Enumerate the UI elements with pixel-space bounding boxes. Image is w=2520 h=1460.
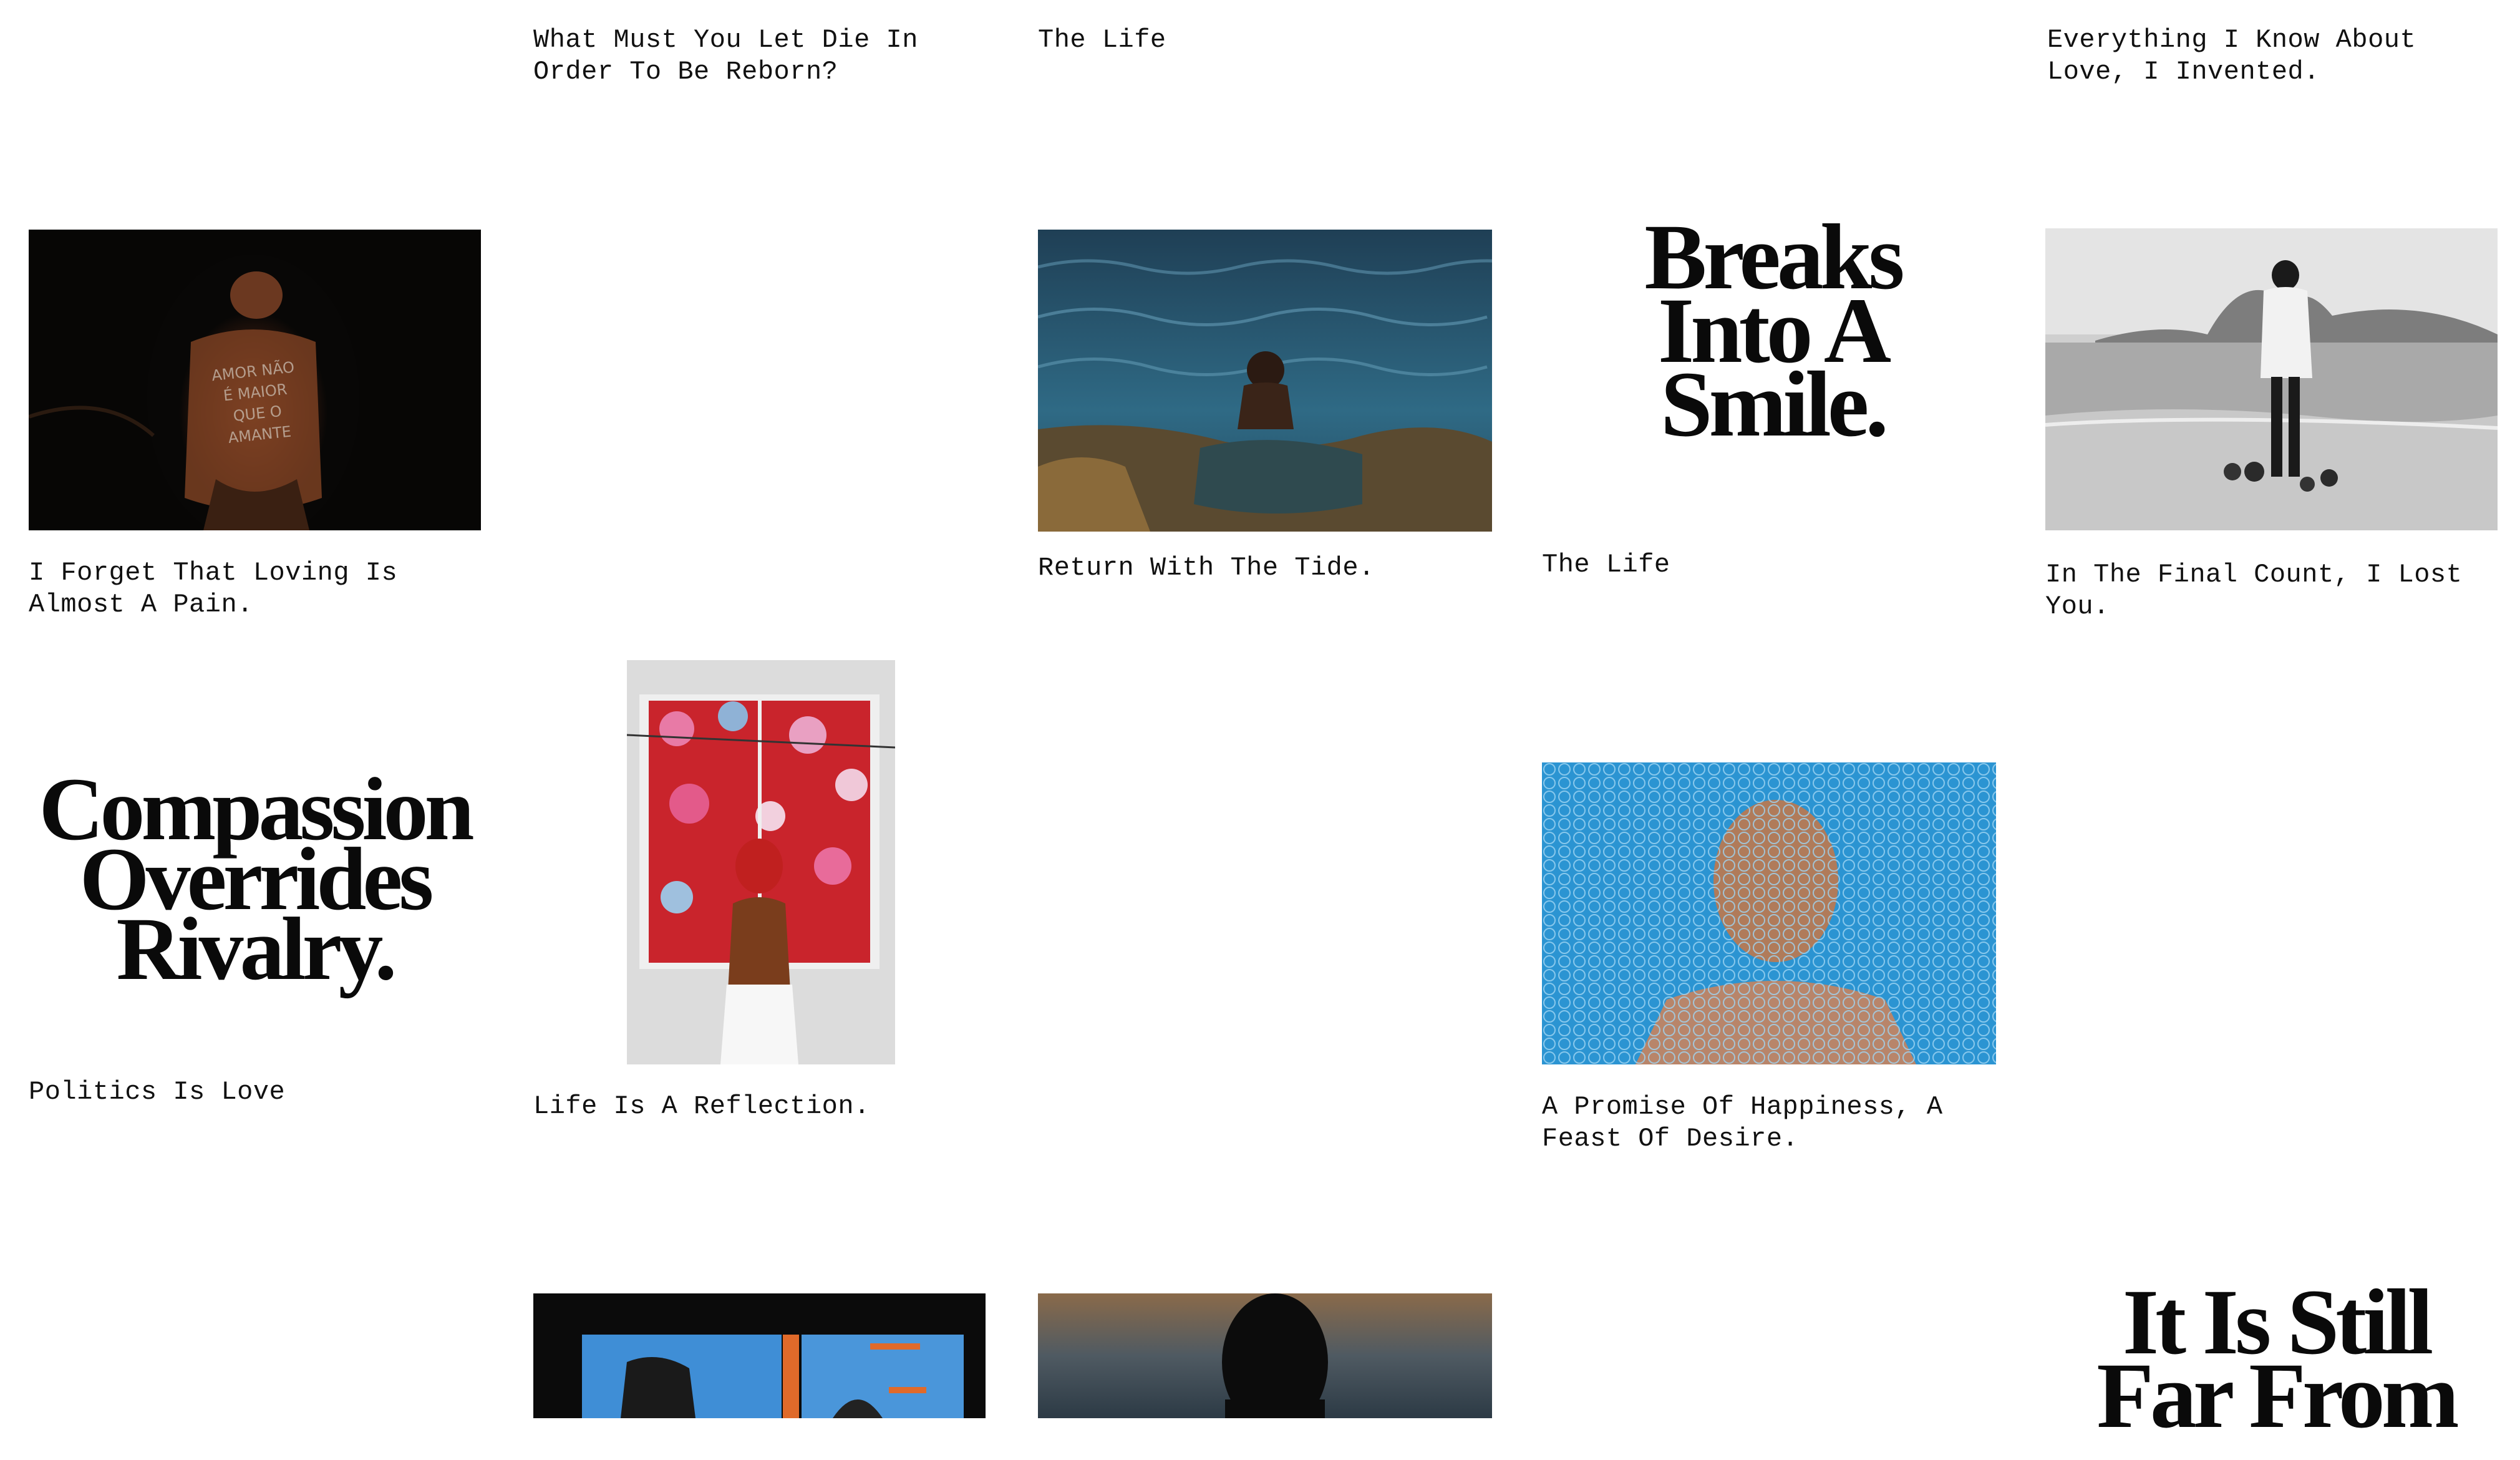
project-caption: In The Final Count, I Lost You. [2045,560,2463,621]
project-card-silhouette[interactable] [1038,1293,1492,1418]
project-caption: I Forget That Loving Is Almost A Pain. [29,558,398,620]
project-caption: Return With The Tide. [1038,553,1375,583]
project-card-breaks-smile[interactable]: Breaks Into A Smile. The Life [1542,206,2004,593]
title-line: Smile. [1660,353,1889,456]
title-line: Far From [2096,1344,2459,1448]
project-thumbnail [2045,228,2498,530]
project-caption: Everything I Know About Love, I Invented… [2047,25,2416,87]
project-caption: Life Is A Reflection. [533,1091,870,1121]
project-card-forget-loving[interactable]: AMOR NÃO É MAIOR QUE O AMANTE I Forget T… [29,230,481,629]
project-caption: The Life [1542,550,1670,580]
title-line: Rivalry. [116,900,397,999]
project-thumbnail [533,1293,986,1418]
project-caption: Politics Is Love [29,1077,286,1107]
project-card-politics-love[interactable]: Compassion Overrides Rivalry. Politics I… [29,718,481,1117]
project-thumbnail: AMOR NÃO É MAIOR QUE O AMANTE [29,230,481,530]
project-caption: What Must You Let Die In Order To Be Reb… [533,25,918,87]
project-thumbnail [1542,762,1996,1064]
project-card-still-far[interactable]: It Is Still Far From [2045,1273,2507,1443]
project-card-the-life-top[interactable]: The Life [1038,0,1487,100]
project-thumbnail [627,660,895,1064]
project-thumbnail [1038,1293,1492,1418]
typographic-title: It Is Still Far From [2045,1275,2507,1460]
project-card-book[interactable] [533,1293,986,1418]
project-thumbnail [1038,230,1492,532]
project-card-everything-i-know[interactable]: Everything I Know About Love, I Invented… [2047,0,2509,100]
project-card-return-tide[interactable]: Return With The Tide. [1038,230,1492,604]
project-card-final-count[interactable]: In The Final Count, I Lost You. [2045,228,2498,621]
typographic-title: Compassion Overrides Rivalry. [29,749,481,1011]
typographic-title: Breaks Into A Smile. [1542,206,2004,455]
project-card-reborn[interactable]: What Must You Let Die In Order To Be Reb… [533,0,982,100]
project-card-reflection[interactable]: Life Is A Reflection. [533,660,986,1122]
body-writing-text: AMOR NÃO É MAIOR QUE O AMANTE [210,358,296,447]
project-caption: A Promise Of Happiness, A Feast Of Desir… [1542,1092,1943,1154]
project-card-promise-happiness[interactable]: A Promise Of Happiness, A Feast Of Desir… [1542,762,1997,1162]
project-caption: The Life [1038,25,1166,55]
